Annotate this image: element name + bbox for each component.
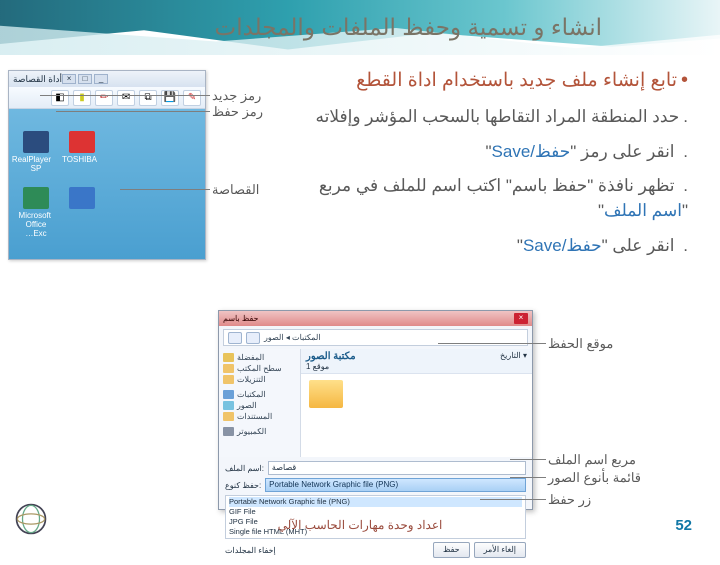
pc-icon xyxy=(223,427,234,436)
leader-types xyxy=(510,477,546,478)
page-number: 52 xyxy=(675,517,692,534)
bullet-3: تظهر نافذة "حفظ باسم" اكتب اسم للملف في … xyxy=(313,174,688,223)
label-save-location: موقع الحفظ xyxy=(548,336,613,352)
dlg-sidebar: المفضلة سطح المكتب التنزيلات المكتبات ال… xyxy=(219,349,301,457)
pictures-icon xyxy=(223,401,234,410)
type-combo[interactable]: Portable Network Graphic file (PNG) xyxy=(265,478,526,492)
snip-canvas: RealPlayer SP TOSHIBA Microsoft Office E… xyxy=(9,109,205,259)
library-icon xyxy=(223,390,234,399)
leader-snip xyxy=(120,189,210,190)
dlg-title: حفظ باسم xyxy=(223,314,259,323)
window-controls: _ □ × xyxy=(62,74,108,84)
save-as-dialog: حفظ باسم × المكتبات ◂ الصور المفضلة سطح … xyxy=(218,310,533,510)
keyword-save-2: حفظ/Save xyxy=(523,236,602,255)
bullet-2-pre: انقر على رمز " xyxy=(570,142,674,161)
folder-icon[interactable] xyxy=(309,380,343,408)
label-types-list: قائمة بأنوع الصور xyxy=(548,470,641,486)
dlg-main: مكتبة الصور1 موقع التاريخ ▾ xyxy=(301,349,532,457)
copy-button[interactable]: ⧉ xyxy=(139,90,157,106)
footer-credit: اعداد وحدة مهارات الحاسب الآلي xyxy=(0,514,720,536)
column-header[interactable]: التاريخ ▾ xyxy=(500,351,527,371)
folder-icon xyxy=(223,412,234,421)
sidebar-item[interactable]: الكمبيوتر xyxy=(223,426,296,437)
desktop-icon-4 xyxy=(67,187,97,221)
filename-field[interactable]: قصاصة xyxy=(268,461,526,475)
minimize-icon[interactable]: _ xyxy=(94,74,108,84)
desktop-icon-3: Microsoft Office Exc… xyxy=(21,187,51,221)
label-save-icon: رمز حفظ xyxy=(212,104,263,120)
crumb-path: المكتبات ◂ الصور xyxy=(264,333,321,342)
type-label: حفظ كنوع: xyxy=(225,481,261,490)
dlg-main-header: مكتبة الصور1 موقع التاريخ ▾ xyxy=(301,349,532,374)
dlg-footer: اسم الملف: قصاصة حفظ كنوع: Portable Netw… xyxy=(219,457,532,565)
type-option[interactable]: Portable Network Graphic file (PNG) xyxy=(229,497,522,507)
bullet-4-pre: انقر على " xyxy=(602,236,675,255)
snip-titlebar: أداة القصاصة _ □ × xyxy=(9,71,205,87)
desktop-icon-2: TOSHIBA xyxy=(67,131,97,165)
maximize-icon[interactable]: □ xyxy=(78,74,92,84)
hide-folders-link[interactable]: إخفاء المجلدات xyxy=(225,546,276,555)
library-title: مكتبة الصور xyxy=(306,351,356,362)
folder-icon xyxy=(223,375,234,384)
library-sub: 1 موقع xyxy=(306,362,329,371)
label-snip-area: القصاصة xyxy=(212,182,259,198)
content-list: تابع إنشاء ملف جديد باستخدام اداة القطع … xyxy=(313,66,688,268)
sidebar-item[interactable]: المستندات xyxy=(223,411,296,422)
sidebar-item[interactable]: المكتبات xyxy=(223,389,296,400)
leader-save xyxy=(56,111,210,112)
desktop-icon-1: RealPlayer SP xyxy=(21,131,51,165)
bullet-main: تابع إنشاء ملف جديد باستخدام اداة القطع xyxy=(313,66,688,95)
dlg-titlebar: حفظ باسم × xyxy=(219,311,532,326)
bullet-2: انقر على رمز "حفظ/Save" xyxy=(313,140,688,165)
mail-button[interactable]: ✉ xyxy=(117,90,135,106)
label-new-icon: رمز جديد xyxy=(212,88,261,104)
leader-loc xyxy=(438,343,546,344)
keyword-save: حفظ/Save xyxy=(492,142,571,161)
keyword-filename: اسم الملف xyxy=(604,201,682,220)
filename-label: اسم الملف: xyxy=(225,464,264,473)
snipping-tool-window: أداة القصاصة _ □ × ✎ 💾 ⧉ ✉ ✏ ▮ ◧ RealPla… xyxy=(8,70,206,260)
bullet-1: حدد المنطقة المراد التقاطها بالسحب المؤش… xyxy=(313,105,688,130)
folder-icon xyxy=(223,364,234,373)
eraser-button[interactable]: ◧ xyxy=(51,90,69,106)
sidebar-item[interactable]: التنزيلات xyxy=(223,374,296,385)
label-save-btn: زر حفظ xyxy=(548,492,591,508)
leader-savebtn xyxy=(480,499,546,500)
back-icon[interactable] xyxy=(228,332,242,344)
forward-icon[interactable] xyxy=(246,332,260,344)
sidebar-item[interactable]: المفضلة xyxy=(223,352,296,363)
star-icon xyxy=(223,353,234,362)
close-icon[interactable]: × xyxy=(62,74,76,84)
bullet-4: انقر على "حفظ/Save" xyxy=(313,234,688,259)
leader-fname xyxy=(510,459,546,460)
pen-button[interactable]: ✏ xyxy=(95,90,113,106)
sidebar-item[interactable]: الصور xyxy=(223,400,296,411)
slide-title: انشاء و تسمية وحفظ الملفات والمجلدات xyxy=(215,14,602,41)
leader-new xyxy=(40,95,210,96)
dlg-close-icon[interactable]: × xyxy=(514,313,528,324)
cancel-button[interactable]: إلغاء الأمر xyxy=(474,542,526,558)
highlighter-button[interactable]: ▮ xyxy=(73,90,91,106)
label-filename-box: مربع اسم الملف xyxy=(548,452,636,468)
snip-title-text: أداة القصاصة xyxy=(13,74,62,85)
snip-toolbar: ✎ 💾 ⧉ ✉ ✏ ▮ ◧ xyxy=(9,87,205,109)
save-snip-button[interactable]: 💾 xyxy=(161,90,179,106)
sidebar-item[interactable]: سطح المكتب xyxy=(223,363,296,374)
new-snip-button[interactable]: ✎ xyxy=(183,90,201,106)
save-button[interactable]: حفظ xyxy=(433,542,470,558)
